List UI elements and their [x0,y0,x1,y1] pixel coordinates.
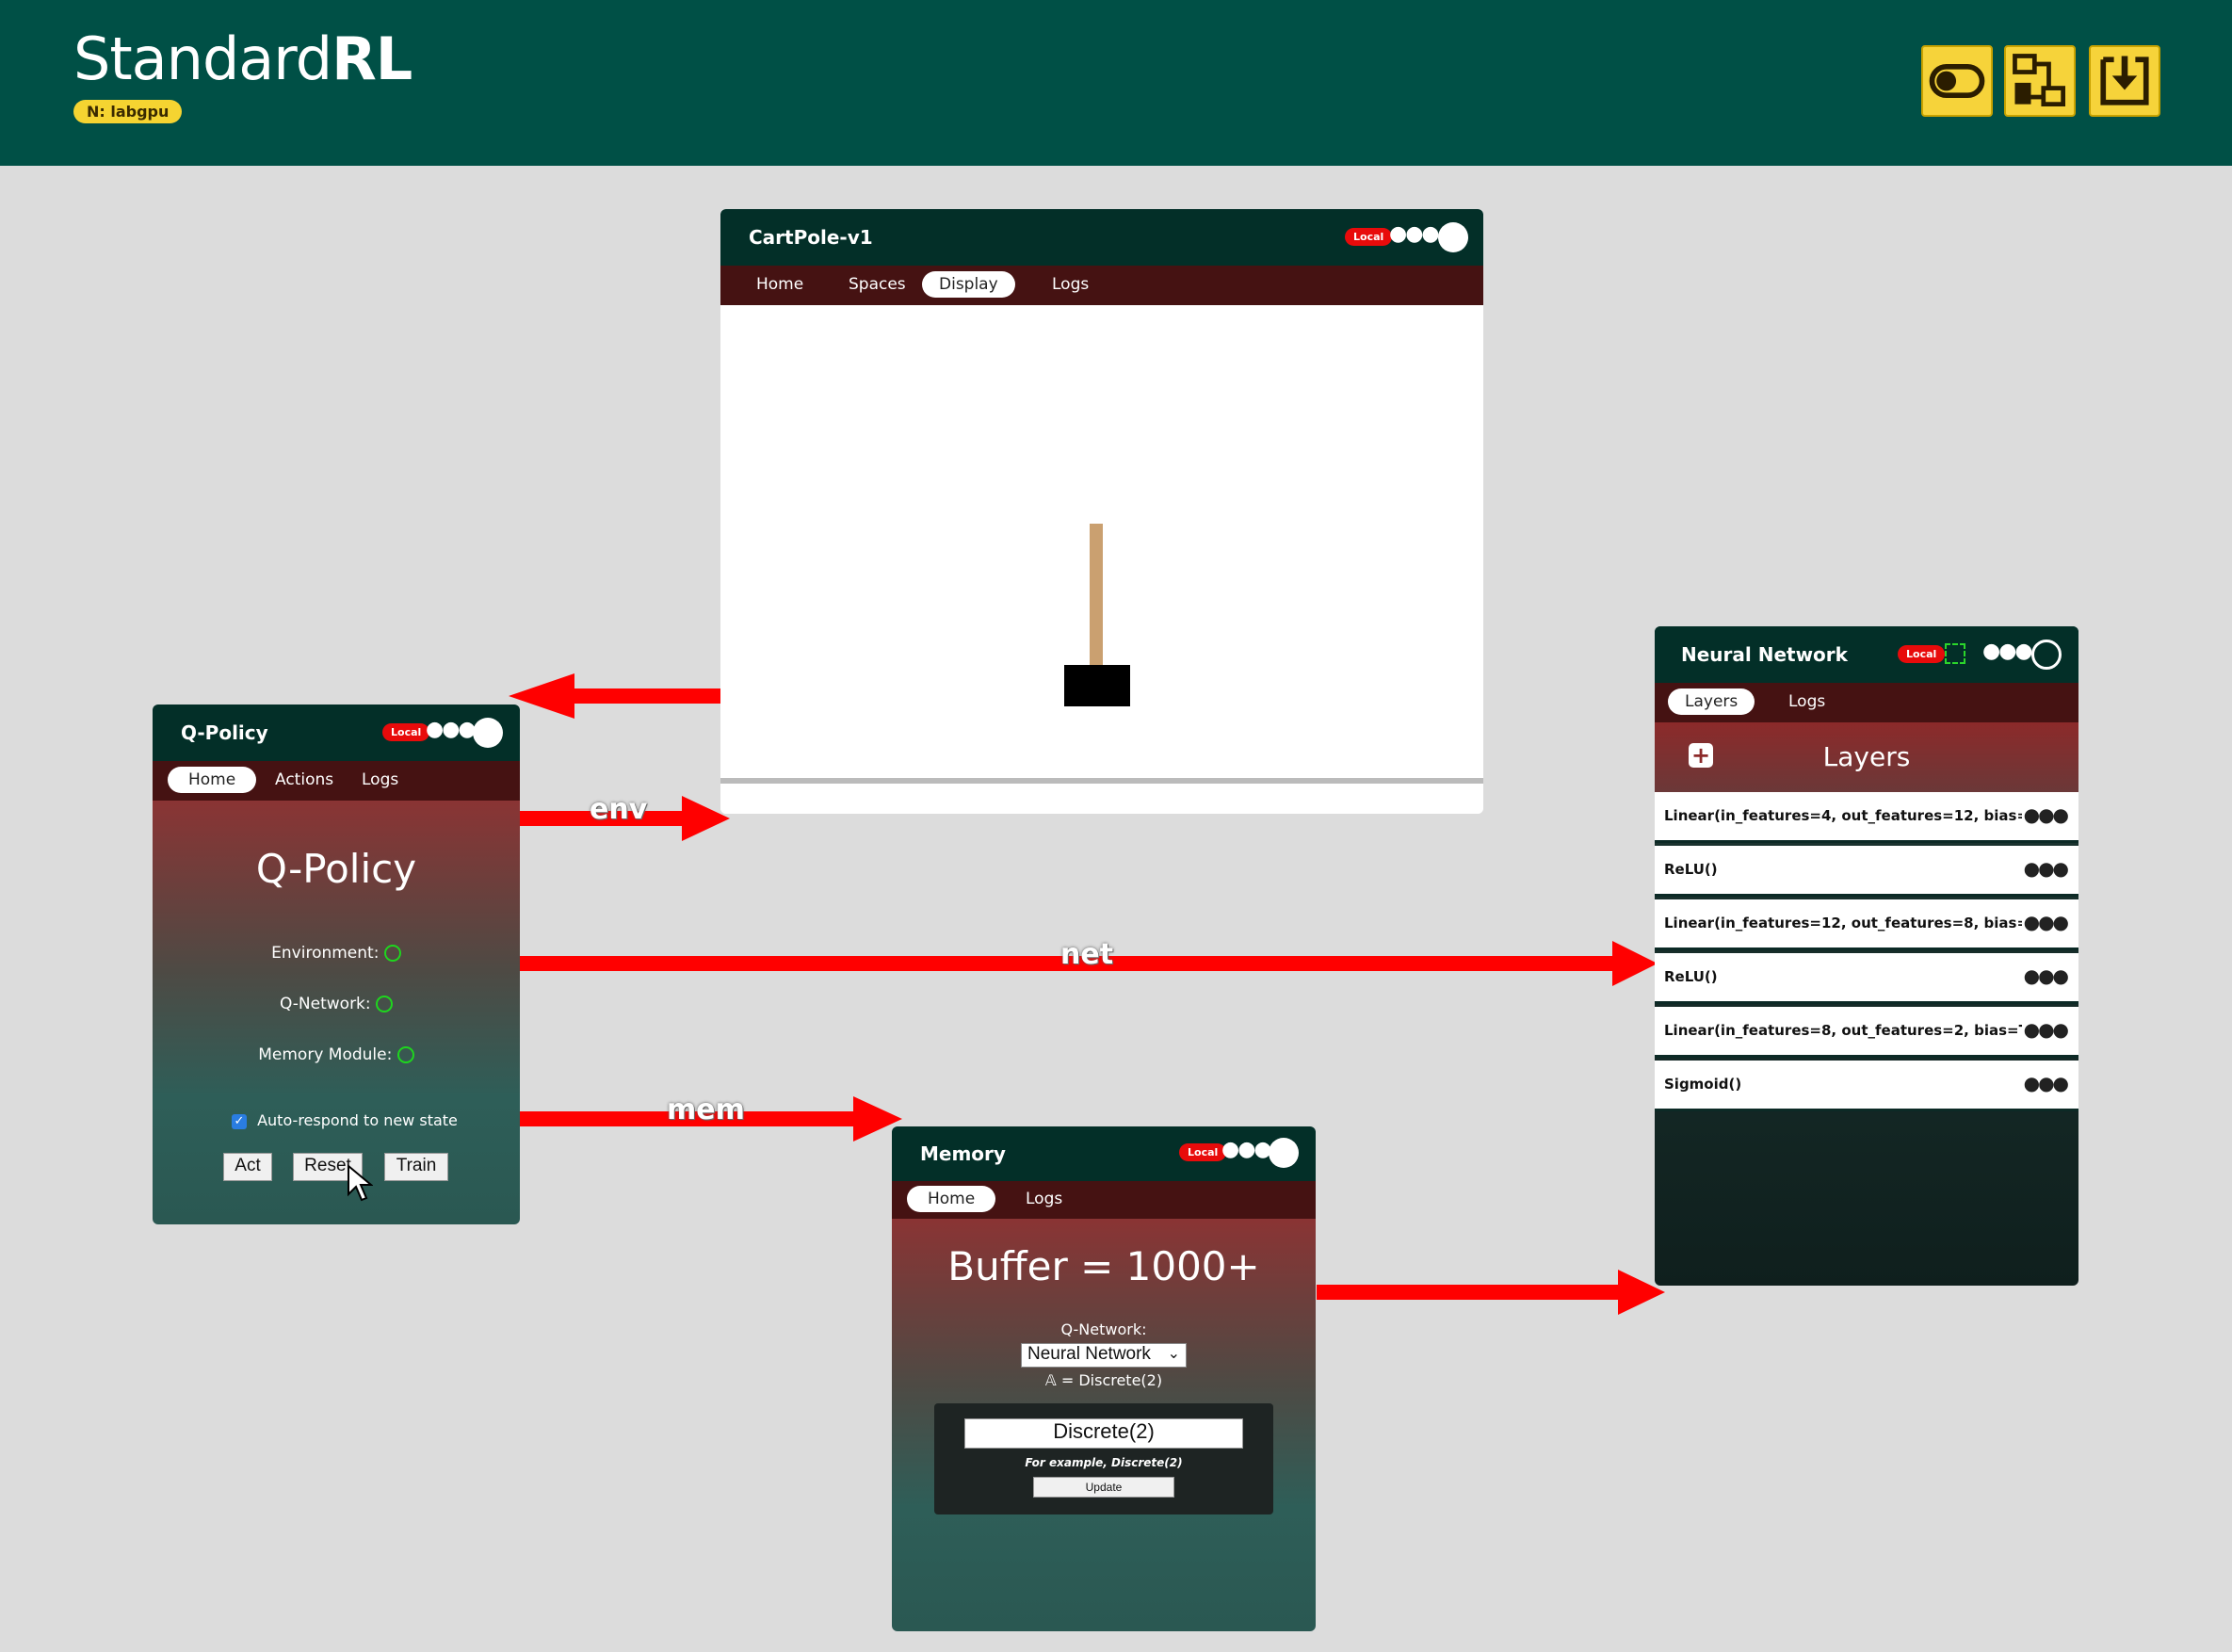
qpolicy-heading: Q-Policy [255,846,417,892]
arrow-label-net: net [1060,938,1114,971]
qnet-status-row: Q-Network: [153,995,520,1013]
space-input[interactable]: Discrete(2) [964,1418,1243,1449]
layer-row[interactable]: ReLU() ●●● [1655,953,2078,1004]
memory-title: Memory [920,1142,1006,1165]
layer-label: Sigmoid() [1664,1076,1742,1093]
tab-display[interactable]: Display [922,271,1015,298]
qpolicy-panel: Q-Policy Local ●●● Home Actions Logs Q-P… [153,705,520,1224]
local-badge: Local [1898,645,1946,663]
more-menu-icon[interactable]: ●●● [1389,222,1440,246]
tab-actions[interactable]: Actions [258,767,350,793]
tab-layers[interactable]: Layers [1668,688,1755,715]
act-button[interactable]: Act [223,1153,272,1181]
chevron-down-icon: ⌄ [1167,1346,1180,1362]
layer-row[interactable]: Linear(in_features=8, out_features=2, bi… [1655,1007,2078,1058]
layer-label: Linear(in_features=4, out_features=12, b… [1664,807,2022,824]
more-menu-icon[interactable]: ●●● [1221,1138,1272,1161]
qnet-select[interactable]: Neural Network ⌄ [1021,1343,1187,1368]
auto-respond-label: Auto-respond to new state [257,1111,458,1129]
mem-status-label: Memory Module: [258,1045,393,1064]
local-badge: Local [1179,1143,1227,1161]
memory-panel-header: Memory Local ●●● [892,1126,1316,1181]
arrow-label-env: env [590,793,648,826]
status-circle-icon[interactable] [1438,222,1468,252]
layer-label: ReLU() [1664,861,1718,878]
env-status-row: Environment: [153,944,520,963]
env-status-indicator [383,945,401,962]
space-editor: Discrete(2) For example, Discrete(2) Upd… [934,1403,1273,1514]
chip-icon [1945,643,1965,664]
layer-label: ReLU() [1664,968,1718,985]
tab-logs[interactable]: Logs [1771,688,1842,715]
layer-row[interactable]: Linear(in_features=4, out_features=12, b… [1655,792,2078,843]
qpolicy-body: Q-Policy Environment: Q-Network: Memory … [153,801,520,1224]
tab-spaces[interactable]: Spaces [832,271,923,298]
layer-menu-icon[interactable]: ●●● [2024,1072,2069,1094]
layers-heading: Layers [1822,741,1911,772]
nn-title: Neural Network [1681,643,1848,666]
status-circle-icon[interactable] [473,718,503,748]
status-circle-icon[interactable] [2031,640,2062,670]
qnet-status-indicator [376,996,394,1012]
qnet-label: Q-Network: [1060,1320,1147,1338]
qnet-select-value: Neural Network [1027,1344,1151,1364]
local-badge: Local [382,723,430,741]
env-title: CartPole-v1 [749,226,873,249]
mem-status-row: Memory Module: [153,1045,520,1064]
tab-logs[interactable]: Logs [1035,271,1106,298]
tab-home[interactable]: Home [739,271,820,298]
nn-panel: Neural Network Local ●●● Layers Logs + L… [1655,626,2078,1286]
more-menu-icon[interactable]: ●●● [1982,640,2033,663]
cursor-icon [348,1164,373,1202]
cartpole-display [720,305,1483,814]
status-circle-icon[interactable] [1269,1138,1299,1168]
layer-label: Linear(in_features=8, out_features=2, bi… [1664,1022,2022,1039]
layer-menu-icon[interactable]: ●●● [2024,911,2069,933]
layer-menu-icon[interactable]: ●●● [2024,964,2069,987]
env-panel-header: CartPole-v1 Local ●●● [720,209,1483,266]
tab-home[interactable]: Home [168,767,257,793]
layer-menu-icon[interactable]: ●●● [2024,1018,2069,1041]
env-tabs: Home Spaces Display Logs [720,266,1483,305]
auto-respond-row: ✓ Auto-respond to new state [232,1111,458,1129]
cart [1064,665,1130,706]
tab-home[interactable]: Home [907,1186,996,1212]
qpolicy-panel-header: Q-Policy Local ●●● [153,705,520,761]
memory-tabs: Home Logs [892,1181,1316,1219]
env-status-label: Environment: [271,944,380,963]
qnet-status-label: Q-Network: [279,995,371,1013]
layer-row[interactable]: Sigmoid() ●●● [1655,1061,2078,1111]
env-panel: CartPole-v1 Local ●●● Home Spaces Displa… [720,209,1483,814]
nn-tabs: Layers Logs [1655,683,2078,722]
tab-logs[interactable]: Logs [1009,1186,1079,1212]
layer-menu-icon[interactable]: ●●● [2024,803,2069,826]
layer-label: Linear(in_features=12, out_features=8, b… [1664,915,2022,931]
layers-header: + Layers [1655,722,2078,792]
pole [1090,524,1103,674]
tab-logs[interactable]: Logs [345,767,415,793]
mem-status-indicator [396,1046,414,1063]
local-badge: Local [1345,228,1393,246]
action-space-label: 𝔸 = Discrete(2) [1044,1371,1163,1389]
qpolicy-tabs: Home Actions Logs [153,761,520,801]
buffer-heading: Buffer = 1000+ [947,1243,1260,1289]
layer-menu-icon[interactable]: ●●● [2024,857,2069,880]
space-hint: For example, Discrete(2) [1025,1456,1183,1469]
layer-row[interactable]: Linear(in_features=12, out_features=8, b… [1655,899,2078,950]
update-button[interactable]: Update [1033,1477,1174,1498]
memory-panel: Memory Local ●●● Home Logs Buffer = 1000… [892,1126,1316,1631]
auto-respond-checkbox[interactable]: ✓ [232,1113,247,1129]
track-line [720,778,1483,784]
qpolicy-title: Q-Policy [181,721,268,744]
train-button[interactable]: Train [384,1153,448,1181]
layer-row[interactable]: ReLU() ●●● [1655,846,2078,897]
arrow-label-mem: mem [667,1093,745,1126]
nn-panel-header: Neural Network Local ●●● [1655,626,2078,683]
more-menu-icon[interactable]: ●●● [426,718,477,741]
memory-body: Buffer = 1000+ Q-Network: Neural Network… [892,1219,1316,1631]
